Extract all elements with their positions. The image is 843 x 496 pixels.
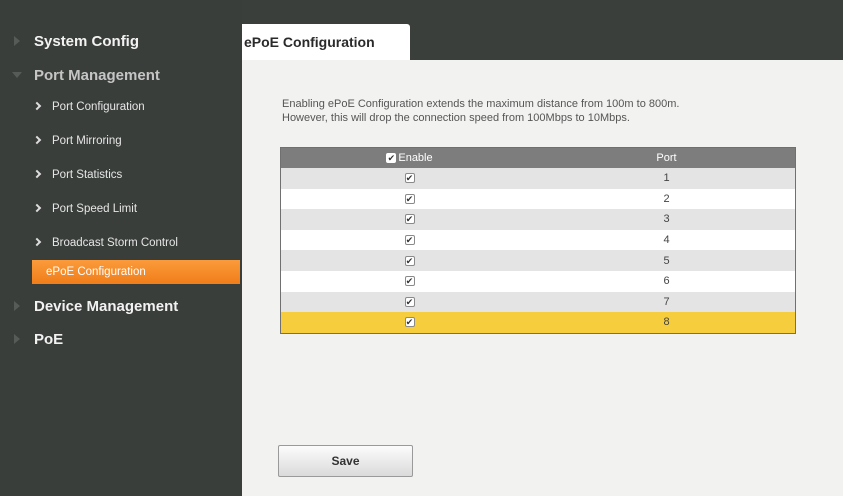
port-column-header: Port	[656, 152, 677, 164]
chevron-right-icon	[32, 135, 42, 145]
chevron-right-icon	[32, 169, 42, 179]
sidebar-item-epoe-configuration[interactable]: ePoE Configuration	[32, 260, 240, 284]
port-enable-checkbox[interactable]: ✔	[404, 296, 415, 307]
sidebar-item-label: Port Speed Limit	[52, 203, 138, 215]
description-line: However, this will drop the connection s…	[282, 112, 630, 124]
table-row[interactable]: ✔ 4	[281, 230, 795, 251]
enable-column-header: ✔ Enable	[281, 152, 538, 164]
enable-header-label: Enable	[398, 152, 433, 164]
port-number: 4	[663, 234, 670, 247]
ports-table: ✔ Enable Port ✔ 1 ✔ 2 ✔ 3 ✔ 4 ✔ 5 ✔ 6 ✔ …	[280, 147, 796, 334]
sidebar-item-port-speed-limit[interactable]: Port Speed Limit	[0, 197, 242, 221]
tab-label: ePoE Configuration	[244, 34, 375, 50]
port-number: 5	[663, 254, 670, 267]
table-row[interactable]: ✔ 3	[281, 209, 795, 230]
save-button[interactable]: Save	[278, 445, 413, 477]
sidebar-item-label: ePoE Configuration	[46, 266, 146, 278]
port-enable-checkbox[interactable]: ✔	[404, 317, 415, 328]
sidebar-item-label: Broadcast Storm Control	[52, 237, 178, 249]
chevron-right-icon	[32, 203, 42, 213]
port-enable-checkbox[interactable]: ✔	[404, 214, 415, 225]
port-number: 7	[663, 295, 670, 308]
chevron-right-icon	[32, 237, 42, 247]
expand-arrow-icon	[14, 301, 20, 311]
port-number: 6	[663, 275, 670, 288]
sidebar-item-label: Port Mirroring	[52, 135, 122, 147]
tab-epoe-configuration[interactable]: ePoE Configuration	[242, 24, 410, 60]
nav-poe-label: PoE	[34, 330, 64, 348]
port-enable-checkbox[interactable]: ✔	[404, 235, 415, 246]
port-enable-checkbox[interactable]: ✔	[404, 276, 415, 287]
nav-port-management[interactable]: Port Management	[0, 61, 160, 89]
port-number: 3	[663, 213, 670, 226]
table-row[interactable]: ✔ 1	[281, 168, 795, 189]
table-header: ✔ Enable Port	[281, 148, 795, 168]
nav-device-management[interactable]: Device Management	[0, 292, 178, 320]
table-row[interactable]: ✔ 7	[281, 291, 795, 313]
main-content: Enabling ePoE Configuration extends the …	[242, 60, 843, 496]
nav-port-management-label: Port Management	[34, 66, 160, 84]
port-enable-checkbox[interactable]: ✔	[404, 255, 415, 266]
chevron-right-icon	[32, 101, 42, 111]
expand-arrow-icon	[14, 36, 20, 46]
sidebar-item-label: Port Configuration	[52, 101, 145, 113]
table-row[interactable]: ✔ 2	[281, 189, 795, 210]
nav-device-management-label: Device Management	[34, 297, 179, 315]
description-line: Enabling ePoE Configuration extends the …	[282, 98, 680, 110]
nav-poe[interactable]: PoE	[0, 325, 63, 353]
expand-arrow-icon	[14, 334, 20, 344]
description: Enabling ePoE Configuration extends the …	[282, 97, 842, 125]
port-number: 2	[663, 192, 670, 205]
sidebar-item-port-mirroring[interactable]: Port Mirroring	[0, 129, 242, 153]
nav-system-config-label: System Config	[34, 32, 140, 50]
port-enable-checkbox[interactable]: ✔	[404, 193, 415, 204]
table-row[interactable]: ✔ 6	[281, 271, 795, 292]
port-number: 8	[663, 316, 670, 329]
sidebar-item-port-statistics[interactable]: Port Statistics	[0, 163, 242, 187]
sidebar-item-broadcast-storm-control[interactable]: Broadcast Storm Control	[0, 231, 242, 255]
nav-system-config[interactable]: System Config	[0, 27, 139, 55]
port-number: 1	[663, 172, 670, 185]
table-row[interactable]: ✔ 5	[281, 250, 795, 271]
sidebar-item-label: Port Statistics	[52, 169, 123, 181]
collapse-arrow-icon	[12, 72, 22, 78]
sidebar: System Config Port Management Port Confi…	[0, 0, 242, 496]
port-enable-checkbox[interactable]: ✔	[404, 173, 415, 184]
table-row-selected[interactable]: ✔ 8	[281, 312, 795, 333]
enable-all-checkbox[interactable]: ✔	[386, 153, 397, 163]
sidebar-item-port-configuration[interactable]: Port Configuration	[0, 95, 242, 119]
